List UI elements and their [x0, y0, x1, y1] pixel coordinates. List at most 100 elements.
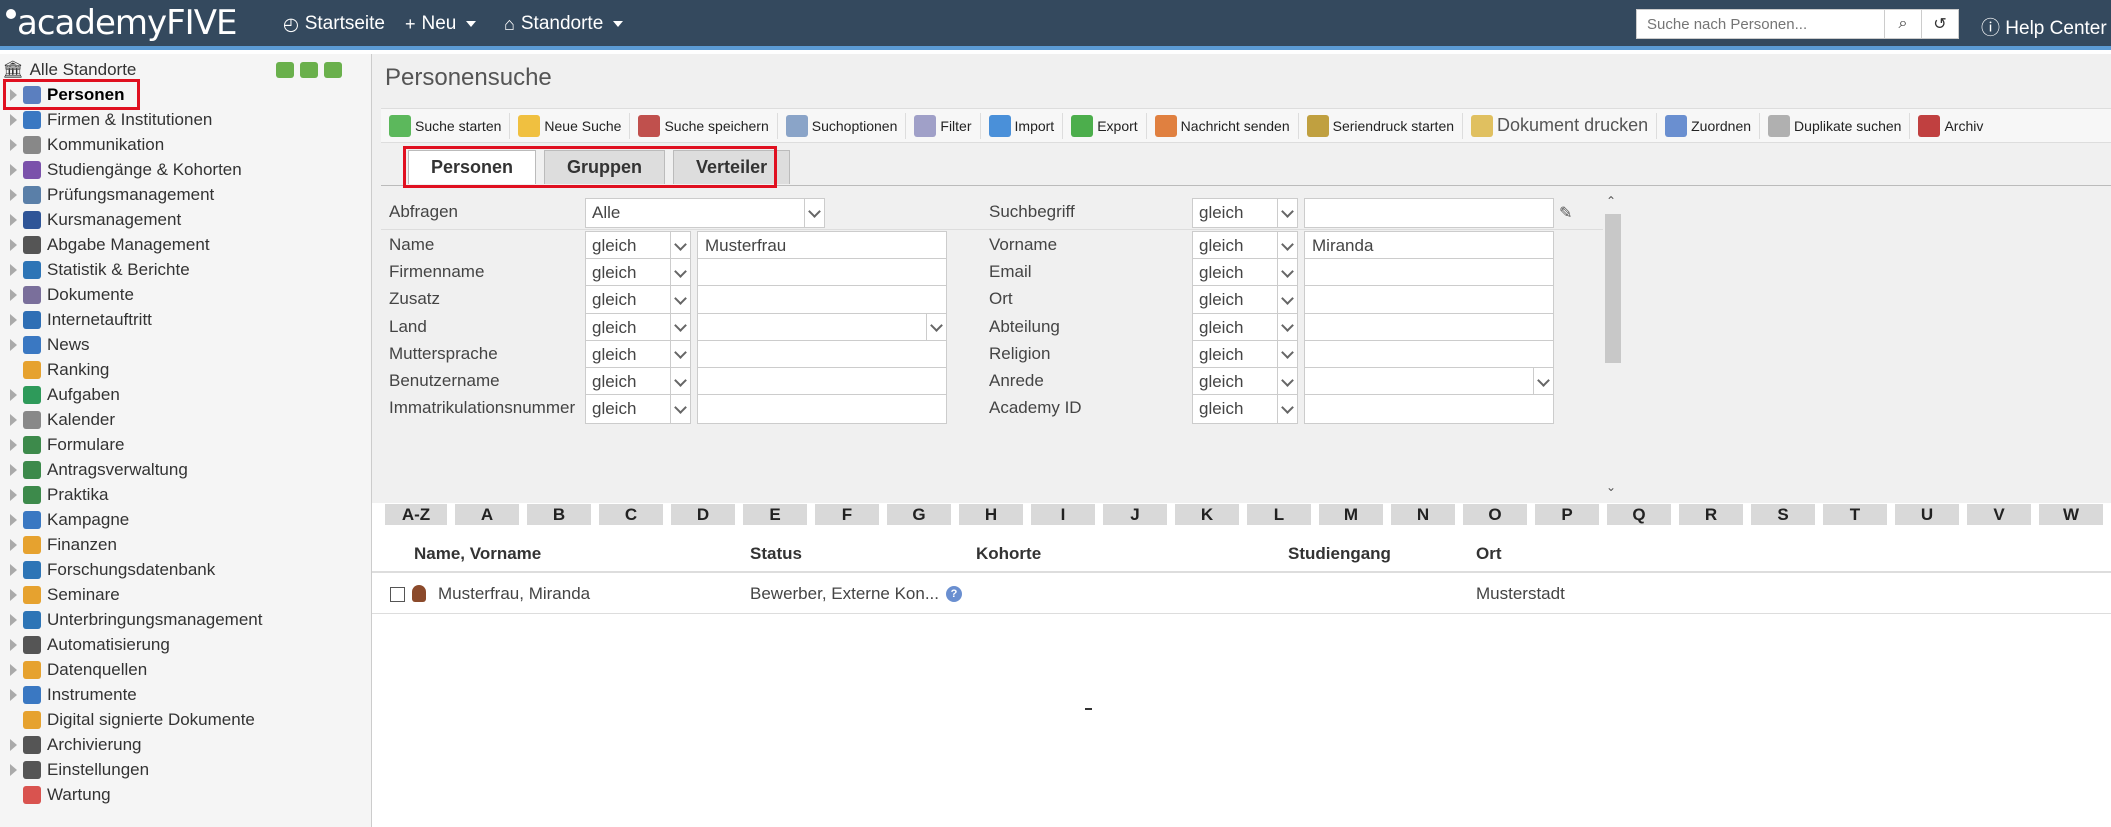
sidebar-item-forschungsdatenbank[interactable]: Forschungsdatenbank [0, 557, 370, 582]
alpha-filter-f[interactable]: F [815, 504, 879, 525]
anrede-input[interactable] [1304, 367, 1554, 398]
zusatz-operator-select[interactable]: gleich [585, 285, 691, 316]
row-checkbox[interactable] [390, 587, 405, 602]
land-input[interactable] [697, 312, 947, 344]
sidebar-item-kursmanagement[interactable]: Kursmanagement [0, 207, 370, 232]
alpha-filter-m[interactable]: M [1319, 504, 1383, 525]
col-kohorte[interactable]: Kohorte [976, 544, 1041, 564]
chevron-down-icon[interactable]: ⌄ [1606, 480, 1616, 494]
benutzername-operator-select[interactable]: gleich [585, 367, 691, 397]
alpha-filter-o[interactable]: O [1463, 504, 1527, 525]
sidebar-item-datenquellen[interactable]: Datenquellen [0, 657, 370, 682]
religion-input[interactable] [1304, 339, 1554, 370]
person-search-input[interactable] [1636, 9, 1885, 39]
muttersprache-operator-select[interactable]: gleich [585, 339, 691, 370]
sidebar-item-aufgaben[interactable]: Aufgaben [0, 382, 370, 407]
table-row[interactable]: Musterfrau, Miranda Bewerber, Externe Ko… [372, 574, 2111, 614]
zuordnen-button[interactable]: Zuordnen [1657, 112, 1761, 139]
expand-arrow-icon[interactable] [10, 488, 17, 501]
expand-arrow-icon[interactable] [10, 288, 17, 301]
alpha-filter-r[interactable]: R [1679, 504, 1743, 525]
sidebar-item-unterbringungsmanagement[interactable]: Unterbringungsmanagement [0, 607, 370, 632]
chevron-up-icon[interactable]: ⌃ [1606, 194, 1616, 208]
sidebar-item-wartung[interactable]: Wartung [0, 782, 370, 807]
sidebar-root-standorte[interactable]: 🏛 Alle Standorte [2, 60, 136, 80]
expand-arrow-icon[interactable] [10, 763, 17, 776]
info-icon[interactable]: ? [946, 586, 962, 602]
alpha-filter-i[interactable]: I [1031, 504, 1095, 525]
sidebar-item-ranking[interactable]: Ranking [0, 357, 370, 382]
alpha-filter-w[interactable]: W [2039, 504, 2103, 525]
collapse-arrow-icon[interactable] [324, 62, 342, 78]
sidebar-item-news[interactable]: News [0, 332, 370, 357]
alpha-filter-s[interactable]: S [1751, 504, 1815, 525]
alpha-filter-l[interactable]: L [1247, 504, 1311, 525]
sidebar-item-kommunikation[interactable]: Kommunikation [0, 132, 370, 157]
expand-icon[interactable] [276, 62, 294, 78]
expand-arrow-icon[interactable] [10, 688, 17, 701]
expand-arrow-icon[interactable] [10, 638, 17, 651]
expand-arrow-icon[interactable] [10, 413, 17, 426]
import-button[interactable]: Import [981, 112, 1064, 139]
suche-starten-button[interactable]: Suche starten [381, 112, 511, 139]
suche-speichern-button[interactable]: Suche speichern [630, 112, 778, 139]
academy-id-operator-select[interactable]: gleich [1192, 394, 1298, 425]
benutzername-input[interactable] [697, 367, 947, 397]
expand-arrow-icon[interactable] [10, 663, 17, 676]
alpha-filter-b[interactable]: B [527, 504, 591, 525]
expand-arrow-icon[interactable] [10, 538, 17, 551]
archiv-button[interactable]: Archiv [1910, 113, 1991, 139]
immatrikulationsnummer-operator-select[interactable]: gleich [585, 394, 691, 425]
refresh-icon[interactable] [300, 62, 318, 78]
alpha-filter-t[interactable]: T [1823, 504, 1887, 525]
col-status[interactable]: Status [750, 544, 802, 564]
sidebar-item-studiengaenge-and-kohorten[interactable]: Studiengänge & Kohorten [0, 157, 370, 182]
expand-arrow-icon[interactable] [10, 163, 17, 176]
expand-arrow-icon[interactable] [10, 313, 17, 326]
vorname-input[interactable]: Miranda [1304, 231, 1554, 261]
muttersprache-input[interactable] [697, 339, 947, 370]
nav-startseite[interactable]: ◴ Startseite [283, 13, 385, 35]
neue-suche-button[interactable]: Neue Suche [510, 112, 631, 139]
religion-operator-select[interactable]: gleich [1192, 339, 1298, 370]
alpha-filter-a-z[interactable]: A-Z [385, 504, 447, 525]
anrede-operator-select[interactable]: gleich [1192, 367, 1298, 397]
sidebar-item-kalender[interactable]: Kalender [0, 407, 370, 432]
ort-operator-select[interactable]: gleich [1192, 285, 1298, 316]
sidebar-item-einstellungen[interactable]: Einstellungen [0, 757, 370, 782]
name-operator-select[interactable]: gleich [585, 231, 691, 261]
duplikate-suchen-button[interactable]: Duplikate suchen [1760, 112, 1911, 139]
expand-arrow-icon[interactable] [10, 188, 17, 201]
expand-arrow-icon[interactable] [10, 438, 17, 451]
app-logo[interactable]: academyFIVE [6, 3, 237, 43]
export-button[interactable]: Export [1063, 112, 1147, 139]
sidebar-item-archivierung[interactable]: Archivierung [0, 732, 370, 757]
land-operator-select[interactable]: gleich [585, 312, 691, 343]
abfragen-select[interactable]: Alle [585, 198, 825, 228]
sidebar-item-kampagne[interactable]: Kampagne [0, 507, 370, 532]
scrollbar-thumb[interactable] [1605, 214, 1621, 363]
alpha-filter-a[interactable]: A [455, 504, 519, 525]
history-button[interactable]: ↺ [1921, 9, 1959, 39]
sidebar-item-antragsverwaltung[interactable]: Antragsverwaltung [0, 457, 370, 482]
alpha-filter-e[interactable]: E [743, 504, 807, 525]
email-input[interactable] [1304, 258, 1554, 289]
name-input[interactable]: Musterfrau [697, 231, 947, 261]
firmenname-operator-select[interactable]: gleich [585, 258, 691, 289]
expand-arrow-icon[interactable] [10, 563, 17, 576]
expand-arrow-icon[interactable] [10, 338, 17, 351]
nachricht-senden-button[interactable]: Nachricht senden [1147, 112, 1299, 139]
alpha-filter-q[interactable]: Q [1607, 504, 1671, 525]
sidebar-item-statistik-and-berichte[interactable]: Statistik & Berichte [0, 257, 370, 282]
expand-arrow-icon[interactable] [10, 113, 17, 126]
sidebar-item-firmen-and-institutionen[interactable]: Firmen & Institutionen [0, 107, 370, 132]
form-scrollbar[interactable]: ⌃ ⌄ [1603, 194, 1621, 494]
expand-arrow-icon[interactable] [10, 388, 17, 401]
sidebar-item-dokumente[interactable]: Dokumente [0, 282, 370, 307]
zusatz-input[interactable] [697, 285, 947, 316]
sidebar-item-instrumente[interactable]: Instrumente [0, 682, 370, 707]
filter-button[interactable]: Filter [906, 112, 981, 139]
sidebar-item-digital-signierte-dokumente[interactable]: Digital signierte Dokumente [0, 707, 370, 732]
col-ort[interactable]: Ort [1476, 544, 1502, 564]
sidebar-item-pruefungsmanagement[interactable]: Prüfungsmanagement [0, 182, 370, 207]
